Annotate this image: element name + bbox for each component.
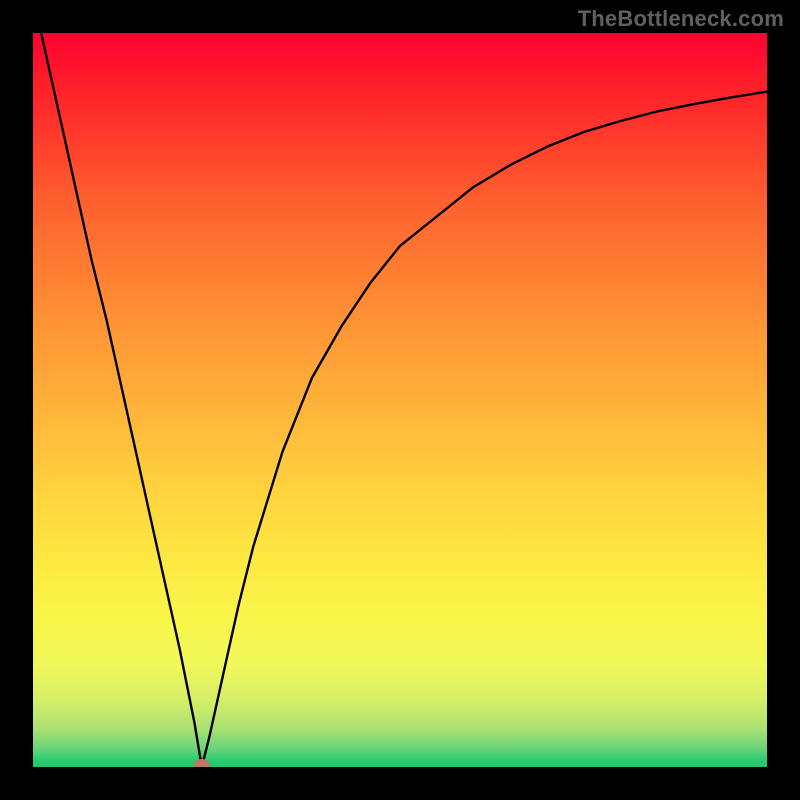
bottleneck-curve: [33, 33, 767, 767]
plot-area: [33, 33, 767, 767]
site-wordmark: TheBottleneck.com: [578, 6, 784, 32]
valley-marker-icon: [194, 759, 210, 767]
chart-frame: TheBottleneck.com: [0, 0, 800, 800]
